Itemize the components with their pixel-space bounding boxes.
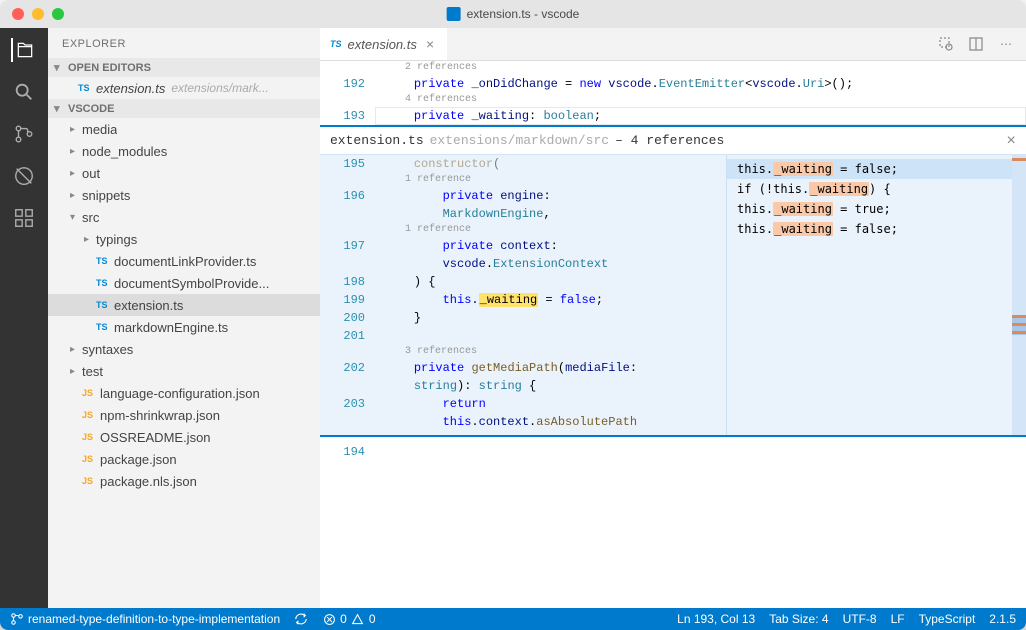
ts-icon: TS — [96, 256, 114, 266]
js-icon: JS — [82, 410, 100, 420]
language[interactable]: TypeScript — [919, 612, 976, 626]
chevron-down-icon: ▾ — [54, 102, 64, 115]
chevron-icon: ▸ — [70, 146, 82, 157]
ts-icon: TS — [96, 322, 114, 332]
extensions-icon[interactable] — [12, 206, 36, 230]
close-icon[interactable] — [12, 8, 24, 20]
show-references-icon[interactable] — [938, 36, 954, 52]
tab-size[interactable]: Tab Size: 4 — [769, 612, 828, 626]
tree-item[interactable]: JSpackage.json — [48, 448, 320, 470]
js-icon: JS — [82, 388, 100, 398]
tree-item[interactable]: ▸test — [48, 360, 320, 382]
window-title-text: extension.ts - vscode — [467, 7, 580, 21]
tree-item[interactable]: TSdocumentLinkProvider.ts — [48, 250, 320, 272]
workspace-header[interactable]: ▾ VSCODE — [48, 99, 320, 118]
tree-item[interactable]: JSpackage.nls.json — [48, 470, 320, 492]
chevron-icon: ▸ — [70, 190, 82, 201]
maximize-icon[interactable] — [52, 8, 64, 20]
activity-bar — [0, 28, 48, 608]
chevron-icon: ▾ — [70, 212, 82, 223]
open-editors-header[interactable]: ▾ OPEN EDITORS — [48, 58, 320, 77]
eol[interactable]: LF — [891, 612, 905, 626]
editor-area: TS extension.ts × ⋯ 1921932 references p… — [320, 28, 1026, 608]
tab-extension[interactable]: TS extension.ts × — [320, 28, 447, 60]
cursor-position[interactable]: Ln 193, Col 13 — [677, 612, 755, 626]
problems-item[interactable]: 0 0 — [322, 612, 375, 626]
window-title: extension.ts - vscode — [447, 7, 580, 21]
close-icon[interactable]: × — [423, 37, 437, 51]
chevron-icon: ▸ — [70, 168, 82, 179]
ts-icon: TS — [96, 278, 114, 288]
chevron-down-icon: ▾ — [54, 61, 64, 74]
tree-item[interactable]: ▸snippets — [48, 184, 320, 206]
peek-header: extension.ts extensions/markdown/src – 4… — [320, 127, 1026, 155]
js-icon: JS — [82, 454, 100, 464]
tree-item[interactable]: ▸typings — [48, 228, 320, 250]
branch-icon — [10, 612, 24, 626]
tab-label: extension.ts — [348, 37, 417, 52]
encoding[interactable]: UTF-8 — [843, 612, 877, 626]
branch-item[interactable]: renamed-type-definition-to-type-implemen… — [10, 612, 280, 626]
sync-item[interactable] — [294, 612, 308, 626]
tree-item[interactable]: ▸media — [48, 118, 320, 140]
peek-filename: extension.ts — [330, 133, 424, 148]
scrollbar[interactable] — [1012, 155, 1026, 435]
typescript-icon: TS — [330, 39, 342, 49]
tree-item[interactable]: ▸node_modules — [48, 140, 320, 162]
split-editor-icon[interactable] — [968, 36, 984, 52]
reference-item[interactable]: this._waiting = false; — [727, 219, 1026, 239]
warning-icon — [351, 612, 365, 626]
file-tree[interactable]: ▸media▸node_modules▸out▸snippets▾src▸typ… — [48, 118, 320, 608]
source-control-icon[interactable] — [12, 122, 36, 146]
chevron-icon: ▸ — [70, 344, 82, 355]
chevron-icon: ▸ — [70, 366, 82, 377]
error-icon — [322, 612, 336, 626]
chevron-icon: ▸ — [84, 234, 96, 245]
more-icon[interactable]: ⋯ — [998, 36, 1014, 52]
window-controls — [12, 8, 64, 20]
tree-item[interactable]: TSdocumentSymbolProvide... — [48, 272, 320, 294]
peek-code[interactable]: 195196197198199200201202203 constructor(… — [320, 155, 726, 435]
explorer-icon[interactable] — [11, 38, 35, 62]
tree-item[interactable]: ▸syntaxes — [48, 338, 320, 360]
vscode-icon — [447, 7, 461, 21]
open-editor-item[interactable]: TS extension.ts extensions/mark... — [48, 77, 320, 99]
sidebar: EXPLORER ▾ OPEN EDITORS TS extension.ts … — [48, 28, 320, 608]
code-editor[interactable]: 1921932 references private _onDidChange … — [320, 61, 1026, 608]
tree-item[interactable]: TSmarkdownEngine.ts — [48, 316, 320, 338]
sidebar-title: EXPLORER — [48, 28, 320, 58]
typescript-icon: TS — [78, 83, 96, 93]
js-icon: JS — [82, 432, 100, 442]
version[interactable]: 2.1.5 — [989, 612, 1016, 626]
search-icon[interactable] — [12, 80, 36, 104]
peek-references-list[interactable]: this._waiting = false;if (!this._waiting… — [726, 155, 1026, 435]
tree-item[interactable]: JSOSSREADME.json — [48, 426, 320, 448]
tab-bar: TS extension.ts × ⋯ — [320, 28, 1026, 61]
status-bar: renamed-type-definition-to-type-implemen… — [0, 608, 1026, 630]
ts-icon: TS — [96, 300, 114, 310]
tree-item[interactable]: ▸out — [48, 162, 320, 184]
chevron-icon: ▸ — [70, 124, 82, 135]
sync-icon — [294, 612, 308, 626]
reference-item[interactable]: this._waiting = false; — [727, 159, 1026, 179]
close-icon[interactable]: × — [1006, 132, 1016, 150]
js-icon: JS — [82, 476, 100, 486]
tree-item[interactable]: JSlanguage-configuration.json — [48, 382, 320, 404]
tree-item[interactable]: ▾src — [48, 206, 320, 228]
peek-path: extensions/markdown/src — [430, 133, 609, 148]
tree-item[interactable]: TSextension.ts — [48, 294, 320, 316]
peek-count: – 4 references — [615, 133, 724, 148]
reference-item[interactable]: this._waiting = true; — [727, 199, 1026, 219]
titlebar[interactable]: extension.ts - vscode — [0, 0, 1026, 28]
editor-actions: ⋯ — [938, 36, 1026, 52]
reference-item[interactable]: if (!this._waiting) { — [727, 179, 1026, 199]
peek-view: extension.ts extensions/markdown/src – 4… — [320, 125, 1026, 437]
minimize-icon[interactable] — [32, 8, 44, 20]
debug-icon[interactable] — [12, 164, 36, 188]
tree-item[interactable]: JSnpm-shrinkwrap.json — [48, 404, 320, 426]
